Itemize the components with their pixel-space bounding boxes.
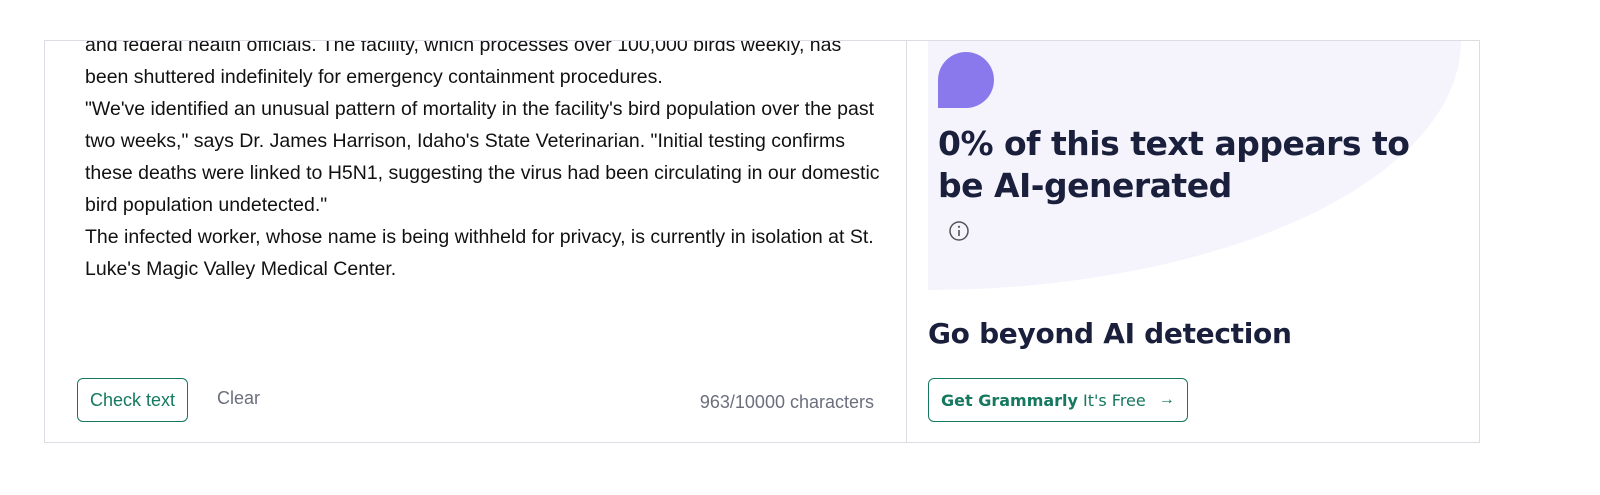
arrow-right-icon: →: [1158, 391, 1175, 408]
result-box: 0% of this text appears to be AI-generat…: [928, 41, 1461, 290]
promo-heading: Go beyond AI detection: [928, 317, 1292, 350]
text-input-area[interactable]: and federal health officials. The facili…: [85, 41, 885, 285]
result-title: 0% of this text appears to be AI-generat…: [938, 124, 1410, 205]
paragraph: "We've identified an unusual pattern of …: [85, 98, 880, 216]
get-grammarly-button[interactable]: Get Grammarly It's Free →: [928, 378, 1188, 422]
check-text-button[interactable]: Check text: [77, 378, 188, 422]
cta-free-label: It's Free: [1082, 390, 1146, 410]
ai-detector-card: and federal health officials. The facili…: [44, 40, 1480, 443]
cta-label: Get Grammarly: [941, 390, 1078, 410]
speech-bubble-icon: [938, 52, 994, 108]
info-icon[interactable]: [948, 220, 970, 242]
text-editor[interactable]: and federal health officials. The facili…: [45, 41, 906, 442]
paragraph: and federal health officials. The facili…: [85, 41, 842, 88]
result-panel: 0% of this text appears to be AI-generat…: [907, 41, 1479, 442]
clear-button[interactable]: Clear: [217, 388, 260, 409]
paragraph: The infected worker, whose name is being…: [85, 226, 874, 280]
character-count: 963/10000 characters: [699, 392, 874, 412]
